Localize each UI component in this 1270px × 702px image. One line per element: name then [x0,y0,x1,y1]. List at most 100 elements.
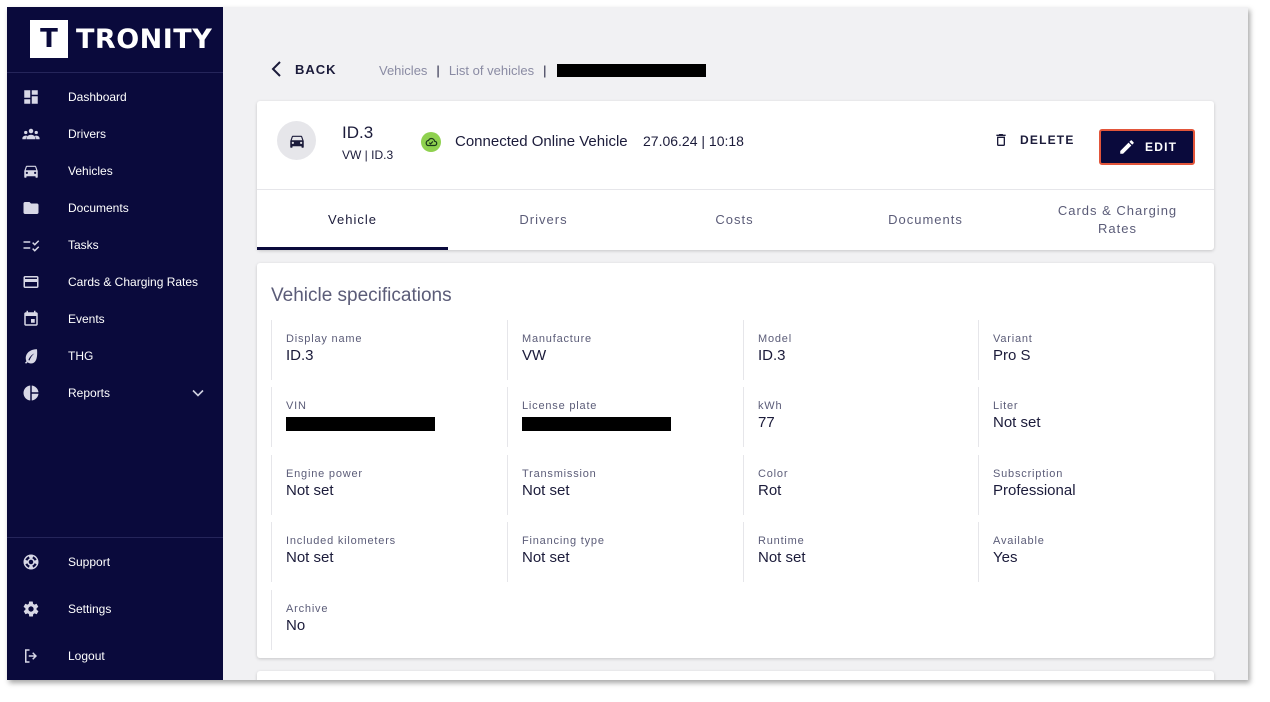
spec-field-license-plate: License plate [507,387,737,447]
sidebar-item-label: Vehicles [68,163,113,178]
logo[interactable]: T TRONITY [30,20,212,58]
section-title: Vehicle specifications [271,285,452,306]
connection-status: Connected Online Vehicle [455,133,628,150]
field-value: Not set [286,549,334,566]
spec-field-runtime: Runtime Not set [743,522,973,582]
sidebar-item-thg[interactable]: THG [7,337,223,374]
tab-vehicle[interactable]: Vehicle [257,189,448,250]
sidebar-item-label: Logout [68,648,105,663]
field-value: Yes [993,549,1018,566]
vehicle-name: ID.3 [342,123,374,142]
sidebar-item-events[interactable]: Events [7,300,223,337]
back-button[interactable]: BACK [270,60,337,78]
car-icon [22,162,40,180]
trash-icon [996,134,1006,146]
delete-button[interactable]: DELETE [993,131,1075,149]
sidebar-item-label: Settings [68,601,112,616]
back-label: BACK [295,61,337,77]
card-icon [22,273,40,291]
redacted-value [522,417,671,431]
field-label: VIN [286,400,307,412]
field-label: Manufacture [522,333,592,345]
breadcrumb-list-of-vehicles[interactable]: List of vehicles [449,63,534,78]
spec-field-transmission: Transmission Not set [507,455,737,515]
logo-mark: T [30,20,68,58]
tab-label: Drivers [519,211,568,227]
field-label: Transmission [522,468,597,480]
sidebar-item-support[interactable]: Support [7,543,223,580]
field-label: Color [758,468,789,480]
tab-costs[interactable]: Costs [639,189,830,250]
active-tab-indicator [257,247,448,250]
breadcrumb-separator: | [543,63,547,78]
field-value: VW [522,347,547,364]
field-label: Engine power [286,468,363,480]
spec-field-subscription: Subscription Professional [978,455,1208,515]
sidebar-item-settings[interactable]: Settings [7,590,223,627]
spec-field-liter: Liter Not set [978,387,1208,447]
sidebar-item-label: Tasks [68,237,99,252]
field-value: No [286,617,306,634]
edit-button[interactable]: EDIT [1099,129,1195,165]
sidebar-item-label: Cards & Charging Rates [68,274,199,289]
spec-field-vin: VIN [271,387,501,447]
vehicle-header-card: ID.3 VW | ID.3 Connected Online Vehicle … [257,101,1214,250]
app-window: T TRONITY Dashboard Drivers Vehicles Doc… [7,7,1248,680]
spec-field-display-name: Display name ID.3 [271,320,501,380]
field-value: ID.3 [758,347,786,364]
sidebar-item-label: Support [68,554,111,569]
sidebar-item-label: Events [68,311,105,326]
sidebar-divider [7,537,223,538]
sidebar-item-reports[interactable]: Reports [7,374,223,411]
spec-field-available: Available Yes [978,522,1208,582]
tab-label: Costs [715,211,754,227]
redacted-value [286,417,435,431]
last-update-timestamp: 27.06.24 | 10:18 [643,133,744,149]
field-label: Liter [993,400,1019,412]
sidebar-item-drivers[interactable]: Drivers [7,115,223,152]
sidebar-item-label: Drivers [68,126,106,141]
sidebar-item-vehicles[interactable]: Vehicles [7,152,223,189]
pie-chart-icon [22,384,40,402]
field-value: Not set [758,549,806,566]
tab-documents[interactable]: Documents [830,189,1021,250]
field-label: Subscription [993,468,1064,480]
spec-field-model: Model ID.3 [743,320,973,380]
tab-drivers[interactable]: Drivers [448,189,639,250]
field-label: Financing type [522,535,605,547]
field-value: Not set [522,549,570,566]
calendar-icon [22,310,40,328]
tab-label: Cards & Charging Rates [1057,202,1178,236]
spec-field-included-kilometers: Included kilometers Not set [271,522,501,582]
breadcrumb-separator: | [436,63,440,78]
sidebar-item-label: Dashboard [68,89,127,104]
vehicle-specifications-card: Vehicle specifications Display name ID.3… [257,263,1214,658]
spec-field-archive: Archive No [271,590,501,650]
spec-field-engine-power: Engine power Not set [271,455,501,515]
spec-field-financing-type: Financing type Not set [507,522,737,582]
sidebar-item-label: THG [68,348,94,363]
tab-cards-charging-rates[interactable]: Cards & Charging Rates [1021,189,1214,250]
field-label: Model [758,333,792,345]
field-label: Variant [993,333,1033,345]
sidebar-item-dashboard[interactable]: Dashboard [7,78,223,115]
logout-icon [22,647,40,665]
chevron-left-icon [271,61,281,77]
spec-field-kwh: kWh 77 [743,387,973,447]
tab-label: Documents [888,211,963,227]
sidebar-item-logout[interactable]: Logout [7,637,223,674]
vehicle-avatar [277,121,316,160]
field-label: kWh [758,400,783,412]
spec-field-variant: Variant Pro S [978,320,1208,380]
sidebar-item-tasks[interactable]: Tasks [7,226,223,263]
cloud-connected-icon [421,132,441,152]
field-label: Display name [286,333,363,345]
sidebar-item-cards-charging-rates[interactable]: Cards & Charging Rates [7,263,223,300]
spec-field-color: Color Rot [743,455,973,515]
delete-label: DELETE [1020,133,1075,147]
chevron-down-icon[interactable] [191,386,205,400]
field-label: Archive [286,603,329,615]
sidebar-item-documents[interactable]: Documents [7,189,223,226]
sidebar-item-label: Reports [68,385,111,400]
breadcrumb-vehicles[interactable]: Vehicles [379,63,427,78]
